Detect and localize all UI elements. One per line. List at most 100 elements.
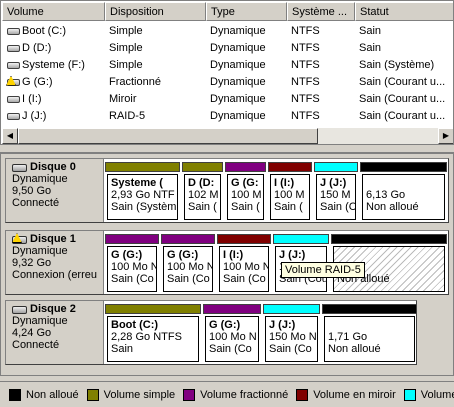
pane-splitter[interactable]	[0, 145, 454, 153]
partition-simple[interactable]: Systeme (2,93 Go NTF Sain (Systèm	[104, 159, 181, 222]
volume-row[interactable]: Systeme (F:) Simple Dynamique NTFS Sain (Sys…	[2, 56, 453, 73]
partition-size: 2,93 Go NTF	[111, 189, 175, 201]
partition-color-bar	[360, 162, 447, 172]
legend-item-simple: Volume simple	[86, 388, 176, 401]
partition-label: I (I:)	[274, 177, 295, 189]
disk-name-text: Disque 2	[30, 303, 76, 315]
partition-status: Sain (Systèm	[111, 201, 177, 213]
partition-status: Non alloué	[328, 343, 381, 355]
partition-body[interactable]: G (G: 100 M Sain (	[227, 174, 264, 220]
volume-cell-layout: Fractionné	[105, 76, 206, 88]
volume-cell-type: Dynamique	[206, 25, 287, 37]
disk-status: Connexion (erreu	[12, 269, 97, 281]
column-header-volume[interactable]: Volume	[2, 2, 105, 21]
partition-simple[interactable]: D (D: 102 M Sain (	[181, 159, 224, 222]
volume-cell-type: Dynamique	[206, 59, 287, 71]
disk-name-text: Disque 1	[30, 233, 76, 245]
volume-cell-status: Sain	[355, 42, 453, 54]
legend-item-mirror: Volume en miroir	[296, 388, 396, 401]
partition-status: Sain (Co	[223, 273, 266, 285]
partition-body[interactable]: G (G:) 100 Mo N Sain (Co	[163, 246, 213, 292]
disk-name: Disque 0	[12, 161, 103, 173]
raid5-tooltip: Volume RAID-5	[281, 262, 365, 278]
volume-row[interactable]: G (G:) Fractionné Dynamique NTFS Sain (Coura…	[2, 73, 453, 90]
column-header-disposition[interactable]: Disposition	[105, 2, 206, 21]
volume-status-text: Sain (Courant u...	[359, 92, 446, 105]
legend-item-unallocated: Non alloué	[9, 388, 79, 401]
partition-label: J (J:)	[320, 177, 347, 189]
disk-type: Dynamique	[12, 245, 68, 257]
partition-color-bar	[182, 162, 223, 172]
partition-simple[interactable]: Boot (C:) 2,28 Go NTFS Sain	[104, 301, 202, 364]
partition-unallocated[interactable]: 1,71 Go Non alloué	[321, 301, 418, 364]
partition-status: Sain (C	[320, 201, 356, 213]
volume-icon	[6, 94, 21, 104]
legend-swatch	[183, 388, 196, 401]
legend-label: Volume fractionné	[200, 388, 289, 401]
volume-row[interactable]: D (D:) Simple Dynamique NTFS Sain	[2, 39, 453, 56]
partition-body[interactable]: G (G:) 100 Mo N Sain (Co	[205, 316, 259, 362]
partition-spanned[interactable]: G (G: 100 M Sain (	[224, 159, 267, 222]
partition-size: 102 M	[188, 189, 219, 201]
column-header-type[interactable]: Type	[206, 2, 287, 21]
partition-body[interactable]: I (I:) 100 M Sain (	[270, 174, 310, 220]
partition-spanned[interactable]: G (G:) 100 Mo N Sain (Co	[202, 301, 262, 364]
disk-info[interactable]: Disque 0 Dynamique 9,50 Go Connecté	[6, 159, 104, 222]
partition-color-bar	[203, 304, 261, 314]
disk-icon	[12, 162, 28, 172]
partition-color-bar	[225, 162, 266, 172]
partition-body[interactable]: D (D: 102 M Sain (	[184, 174, 221, 220]
legend-label: Volume simple	[103, 388, 176, 401]
partition-size: 100 M	[274, 189, 305, 201]
legend-label: Volume RAID-5	[420, 388, 454, 401]
partition-mirror[interactable]: I (I:) 100 M Sain (	[267, 159, 313, 222]
scroll-right-button[interactable]: ▶	[438, 128, 453, 144]
partition-size: 100 Mo N	[223, 261, 269, 273]
partition-body[interactable]: J (J:) 150 M Sain (C	[316, 174, 356, 220]
volume-cell-layout: Miroir	[105, 93, 206, 105]
disk-1[interactable]: Disque 1 Dynamique 9,32 Go Connexion (erreu…	[5, 230, 449, 295]
partition-label: G (G:)	[167, 249, 199, 261]
partition-body[interactable]: G (G:) 100 Mo N Sain (Co	[107, 246, 157, 292]
partition-raid5[interactable]: J (J:) 150 Mo N Sain (Co	[262, 301, 321, 364]
volume-type-text: Dynamique	[210, 41, 266, 54]
partition-body[interactable]: Boot (C:) 2,28 Go NTFS Sain	[107, 316, 199, 362]
disk-icon	[12, 304, 28, 314]
disk-0[interactable]: Disque 0 Dynamique 9,50 Go Connecté Systeme …	[5, 158, 449, 223]
partition-color-bar	[331, 234, 447, 244]
partition-body[interactable]: I (I:) 100 Mo N Sain (Co	[219, 246, 269, 292]
disk-2[interactable]: Disque 2 Dynamique 4,24 Go Connecté Boot (C:…	[5, 300, 417, 365]
partition-body[interactable]: J (J:) 150 Mo N Sain (Co	[265, 316, 318, 362]
volume-cell-type: Dynamique	[206, 76, 287, 88]
partition-body[interactable]: 1,71 Go Non alloué	[324, 316, 415, 362]
horizontal-scrollbar[interactable]: ◀ ▶	[2, 128, 453, 144]
volume-status-text: Sain (Courant u...	[359, 75, 446, 88]
disk-info[interactable]: Disque 1 Dynamique 9,32 Go Connexion (erreu	[6, 231, 104, 294]
partition-status: Sain (Co	[111, 273, 154, 285]
partition-spanned[interactable]: G (G:) 100 Mo N Sain (Co	[104, 231, 160, 294]
legend-item-raid5: Volume RAID-5	[403, 388, 454, 401]
disk-info[interactable]: Disque 2 Dynamique 4,24 Go Connecté	[6, 301, 104, 364]
disk-size: 9,32 Go	[12, 257, 52, 269]
volume-cell-status: Sain (Système)	[355, 58, 453, 71]
column-header-filesystem[interactable]: Système ...	[287, 2, 355, 21]
partition-raid5[interactable]: J (J:) 150 M Sain (C	[313, 159, 359, 222]
volume-type-text: Dynamique	[210, 92, 266, 105]
partition-body[interactable]: 6,13 Go Non alloué	[362, 174, 445, 220]
partition-color-bar	[105, 162, 180, 172]
volume-row[interactable]: I (I:) Miroir Dynamique NTFS Sain (Courant u…	[2, 90, 453, 107]
scroll-left-button[interactable]: ◀	[2, 128, 18, 144]
partition-color-bar	[314, 162, 358, 172]
volume-status-text: Sain (Système)	[359, 58, 435, 71]
partition-unallocated[interactable]: 6,13 Go Non alloué	[359, 159, 448, 222]
volume-row[interactable]: J (J:) RAID-5 Dynamique NTFS Sain (Courant u…	[2, 107, 453, 124]
warning-volume-icon	[6, 75, 21, 87]
scrollbar-thumb[interactable]	[18, 128, 318, 144]
column-header-status[interactable]: Statut	[355, 2, 453, 21]
partition-spanned[interactable]: G (G:) 100 Mo N Sain (Co	[160, 231, 216, 294]
partition-body[interactable]: Systeme (2,93 Go NTF Sain (Systèm	[107, 174, 178, 220]
volume-row[interactable]: Boot (C:) Simple Dynamique NTFS Sain	[2, 22, 453, 39]
partition-label: J (J:)	[279, 249, 306, 261]
partition-mirror[interactable]: I (I:) 100 Mo N Sain (Co	[216, 231, 272, 294]
volume-type-text: Dynamique	[210, 75, 266, 88]
